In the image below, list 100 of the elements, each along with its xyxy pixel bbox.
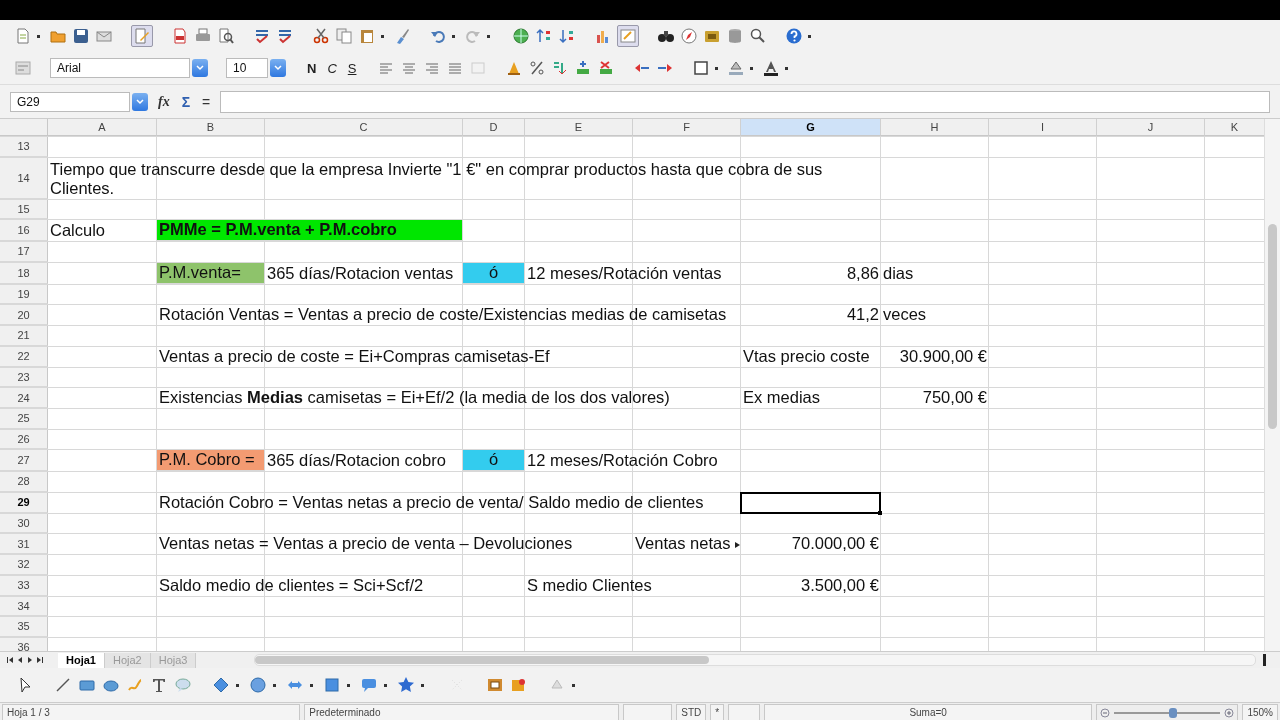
formula-button[interactable]: = [200,93,213,110]
row-number[interactable]: 26 [0,429,48,449]
zoom-in-icon[interactable] [1224,708,1235,718]
zoom-out-icon[interactable] [1100,708,1111,718]
text-frame-icon[interactable] [486,676,504,694]
first-sheet-icon[interactable] [6,656,14,664]
next-sheet-icon[interactable] [26,656,34,664]
column-header[interactable]: K [1205,119,1264,136]
font-color-icon[interactable] [762,59,781,77]
pdf-icon[interactable] [171,27,189,45]
save-icon[interactable] [72,27,90,45]
selection-mode: STD [676,704,707,720]
compass-icon[interactable] [680,27,698,45]
diamond-icon[interactable] [212,676,230,694]
cell-text: 365 días/Rotacion cobro [267,451,446,470]
copy-icon[interactable] [335,27,353,45]
edit-document-icon[interactable] [133,27,151,45]
cell-cursor[interactable] [740,491,881,514]
merge-cells-icon[interactable] [469,59,488,77]
globe-icon[interactable] [512,27,530,45]
print-preview-icon[interactable] [217,27,235,45]
image-gallery-icon[interactable] [510,676,528,694]
background-color-icon[interactable] [727,59,746,77]
previous-sheet-icon[interactable] [16,656,24,664]
row-number[interactable]: 24 [0,388,48,408]
italic-button[interactable]: C [324,60,340,76]
sort-descending-icon[interactable] [558,27,576,45]
row-number[interactable]: 31 [0,534,48,554]
column-header[interactable]: I [989,119,1097,136]
cell-text: 750,00 € [922,388,987,407]
scrollbar-thumb[interactable] [255,656,709,664]
cell-text: 8,86 [846,263,879,283]
autospellcheck-icon[interactable] [276,27,294,45]
cell-text: Saldo medio de clientes = Sci+Scf/2 [159,575,424,595]
row-number[interactable]: 29 [0,492,48,513]
zoom-slider-thumb[interactable] [1168,708,1177,718]
row-number[interactable]: 35 [0,617,48,637]
cell-text: 70.000,00 € [791,534,879,553]
last-sheet-icon[interactable] [36,656,44,664]
column-header[interactable]: F [633,119,741,136]
percent-icon[interactable] [528,59,547,77]
drawing-icon[interactable] [619,27,637,45]
column-header[interactable]: D [463,119,525,136]
row-number[interactable]: 13 [0,137,48,157]
row-number[interactable]: 27 [0,450,48,471]
sum-button[interactable]: Σ [179,93,193,110]
split-handle[interactable] [1263,654,1266,666]
name-box[interactable]: G29 [10,91,130,112]
page-style: Predeterminado [304,704,619,720]
database-icon[interactable] [726,27,744,45]
column-header[interactable]: C [265,119,463,136]
row-number[interactable]: 28 [0,472,48,492]
zoom-icon[interactable] [749,27,767,45]
row-number[interactable]: 21 [0,326,48,346]
font-size-field[interactable]: 10 [226,58,268,78]
column-header[interactable]: E [525,119,633,136]
speech-bubble-icon[interactable] [360,676,378,694]
line-icon[interactable] [54,676,72,694]
row-number[interactable]: 17 [0,242,48,262]
circle-shape-icon[interactable] [249,676,267,694]
row-number[interactable]: 19 [0,284,48,304]
row-number[interactable]: 18 [0,262,48,284]
star-icon[interactable] [397,676,415,694]
row-number[interactable]: 22 [0,346,48,367]
cell-text: 365 días/Rotacion ventas [267,263,454,283]
row-number[interactable]: 34 [0,596,48,616]
sort-ascending-icon[interactable] [535,27,553,45]
font-name-field[interactable]: Arial [50,58,190,78]
spellcheck-icon[interactable] [253,27,271,45]
border-icon[interactable] [692,59,711,77]
row-number[interactable]: 14 [0,157,48,199]
dropdown-button[interactable] [132,92,148,111]
text-icon[interactable] [150,676,168,694]
column-header[interactable]: H [881,119,989,136]
vertical-scrollbar[interactable] [1264,119,1280,651]
row-number[interactable]: 25 [0,409,48,429]
row-number[interactable]: 20 [0,305,48,325]
scissors-icon[interactable] [312,27,330,45]
sheet-tab[interactable]: Hoja1 [58,652,105,668]
column-header[interactable]: G [741,119,881,136]
column-header[interactable]: A [48,119,157,136]
function-wizard-button[interactable]: fx [156,93,172,110]
dropdown-button[interactable] [270,59,286,77]
column-header[interactable]: J [1097,119,1205,136]
column-header[interactable]: B [157,119,265,136]
row-number[interactable]: 32 [0,555,48,575]
bold-button[interactable]: N [304,60,320,76]
scrollbar-thumb[interactable] [1268,224,1277,429]
underline-button[interactable]: S [344,60,360,76]
row-number[interactable]: 30 [0,513,48,533]
square-icon[interactable] [323,676,341,694]
row-number[interactable]: 23 [0,367,48,387]
horizontal-scrollbar[interactable] [254,654,1256,666]
row-number[interactable]: 15 [0,199,48,219]
row-number[interactable]: 33 [0,575,48,596]
clipboard-icon[interactable] [358,27,376,45]
dropdown-button[interactable] [192,59,208,77]
formula-input-field[interactable] [220,90,1270,113]
help-icon[interactable] [785,27,803,45]
row-number[interactable]: 16 [0,220,48,241]
